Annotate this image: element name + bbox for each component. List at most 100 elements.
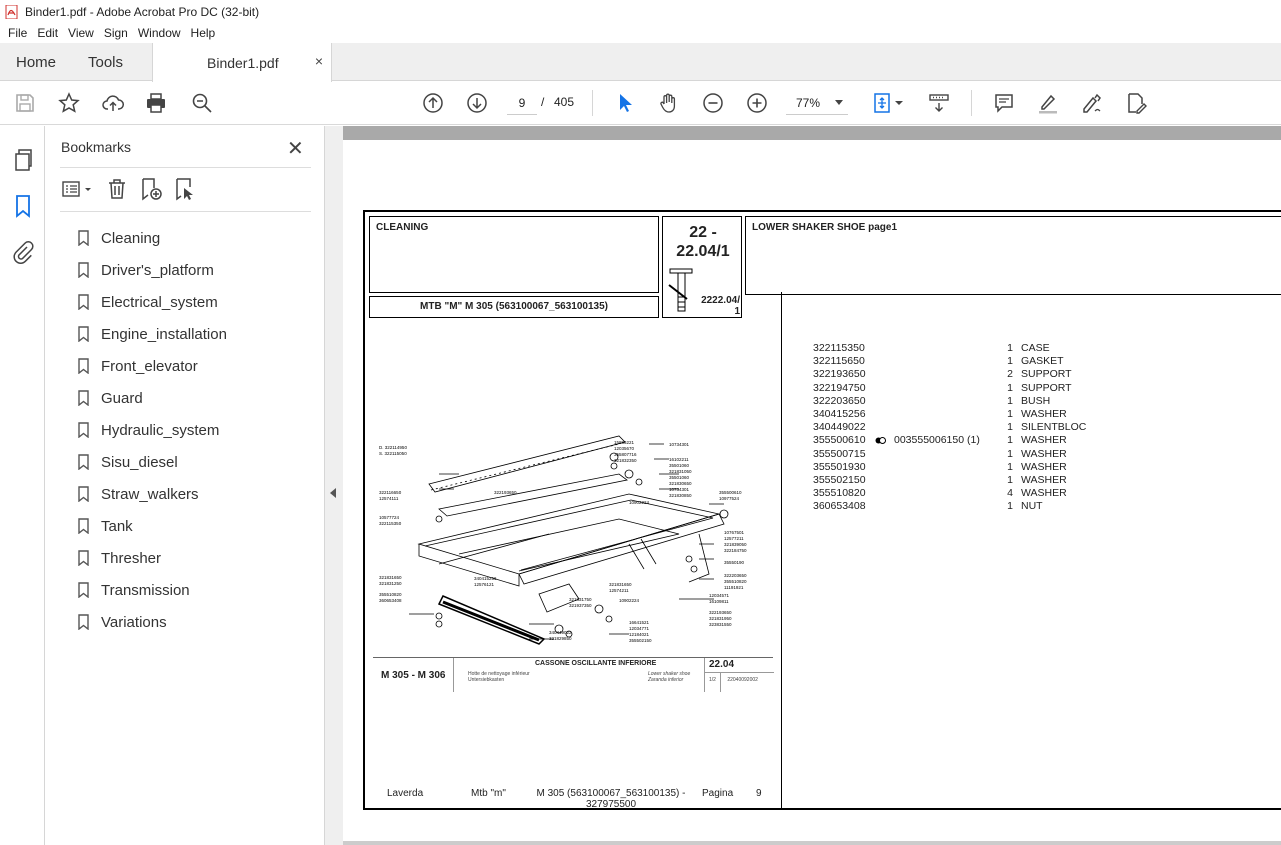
previous-page-icon[interactable] <box>421 91 445 115</box>
new-bookmark-icon[interactable] <box>139 176 163 202</box>
bookmark-item[interactable]: Cleaning <box>78 222 227 254</box>
svg-text:322193650: 322193650 <box>494 490 517 495</box>
tab-bar: Home Tools Binder1.pdf × <box>0 43 1281 82</box>
next-page-icon[interactable] <box>465 91 489 115</box>
part-qty: 1 <box>1007 421 1013 434</box>
caption-model: M 305 - M 306 <box>381 670 446 681</box>
bookmark-item[interactable]: Electrical_system <box>78 286 227 318</box>
caption-codes: 1/2 22040092002 <box>709 677 758 683</box>
menu-sign[interactable]: Sign <box>104 26 128 40</box>
draw-sign-icon[interactable] <box>1080 91 1104 115</box>
bookmark-flag-icon <box>78 262 89 278</box>
bookmark-options-icon[interactable] <box>61 176 95 202</box>
part-qty: 1 <box>1007 355 1013 368</box>
bookmark-item[interactable]: Straw_walkers <box>78 478 227 510</box>
page-separator: / <box>541 95 545 109</box>
bookmark-item[interactable]: Engine_installation <box>78 318 227 350</box>
part-qty: 1 <box>1007 473 1013 486</box>
group-subnumber: 2222.04/ 1 <box>695 295 740 317</box>
star-icon[interactable] <box>57 91 81 115</box>
part-code: 355500715 <box>813 447 866 460</box>
part-description: BUSH <box>1021 394 1051 407</box>
page-thumbnails-icon[interactable] <box>11 148 35 172</box>
page-number-input[interactable]: 9 <box>507 91 537 115</box>
attachments-paperclip-icon[interactable] <box>11 240 35 264</box>
bookmark-flag-icon <box>78 358 89 374</box>
part-code: 340449022 <box>813 421 866 434</box>
menu-help[interactable]: Help <box>191 26 216 40</box>
close-tab-icon[interactable]: × <box>315 53 323 69</box>
bookmark-item[interactable]: Front_elevator <box>78 350 227 382</box>
acrobat-icon <box>5 4 18 19</box>
chevron-down-icon[interactable] <box>835 100 843 105</box>
svg-text:321831650: 321831650 <box>609 582 632 587</box>
cloud-upload-icon[interactable] <box>101 91 125 115</box>
part-code: 355501930 <box>813 460 866 473</box>
footer-pagina-label: Pagina <box>702 788 734 799</box>
bookmark-label: Driver's_platform <box>101 261 214 279</box>
tab-tools[interactable]: Tools <box>88 43 123 81</box>
bookmark-label: Variations <box>101 613 167 631</box>
select-cursor-icon[interactable] <box>613 91 637 115</box>
bookmark-label: Transmission <box>101 581 190 599</box>
bookmark-label: Electrical_system <box>101 293 218 311</box>
bookmark-item[interactable]: Variations <box>78 606 227 638</box>
part-qty: 1 <box>1007 447 1013 460</box>
svg-text:321829850: 321829850 <box>549 636 572 641</box>
bookmark-item[interactable]: Driver's_platform <box>78 254 227 286</box>
bookmark-label: Cleaning <box>101 229 161 247</box>
fill-sign-icon[interactable] <box>1124 91 1148 115</box>
caption-divider <box>704 658 705 692</box>
part-code: 322203650 <box>813 394 866 407</box>
svg-text:10902224: 10902224 <box>629 500 650 505</box>
caption-drawing-code: 22040092002 <box>727 677 758 683</box>
bookmark-item[interactable]: Sisu_diesel <box>78 446 227 478</box>
tab-home[interactable]: Home <box>16 43 56 81</box>
column-divider <box>781 292 782 810</box>
menu-file[interactable]: File <box>8 26 27 40</box>
tab-document[interactable]: Binder1.pdf × <box>152 43 332 82</box>
panel-splitter[interactable] <box>325 126 343 845</box>
comment-icon[interactable] <box>992 91 1016 115</box>
highlight-pen-icon[interactable] <box>1036 91 1060 115</box>
zoom-in-icon[interactable] <box>745 91 769 115</box>
exploded-parts-drawing: 1588622112035670355807716321832350 10734… <box>379 435 747 645</box>
bookmark-label: Sisu_diesel <box>101 453 178 471</box>
menu-edit[interactable]: Edit <box>37 26 58 40</box>
caption-title: CASSONE OSCILLANTE INFERIORE <box>535 660 657 667</box>
bookmark-label: Guard <box>101 389 143 407</box>
window-title: Binder1.pdf - Adobe Acrobat Pro DC (32-b… <box>25 4 260 19</box>
bookmark-item[interactable]: Thresher <box>78 542 227 574</box>
print-icon[interactable] <box>144 91 168 115</box>
close-panel-icon[interactable]: ✕ <box>287 136 304 161</box>
svg-text:340415256: 340415256 <box>474 576 497 581</box>
delete-bookmark-icon[interactable] <box>105 176 129 202</box>
save-icon[interactable] <box>13 91 37 115</box>
heading-box: LOWER SHAKER SHOE page1 <box>745 216 1281 295</box>
svg-text:11191921: 11191921 <box>724 585 744 590</box>
bookmark-item[interactable]: Transmission <box>78 574 227 606</box>
toolbar-divider <box>971 90 972 116</box>
collapse-panel-arrow-icon[interactable] <box>330 488 336 498</box>
document-view[interactable]: CLEANING MTB "M" M 305 (563100067_563100… <box>343 126 1281 845</box>
bookmark-flag-icon <box>78 326 89 342</box>
bookmark-item[interactable]: Tank <box>78 510 227 542</box>
zoom-out-icon[interactable] <box>701 91 725 115</box>
scroll-mode-icon[interactable] <box>927 91 951 115</box>
find-bookmark-icon[interactable] <box>173 176 197 202</box>
svg-text:10902224: 10902224 <box>619 598 640 603</box>
fit-page-dropdown-icon[interactable] <box>893 91 905 115</box>
part-alt-ref-text: 003555006150 (1) <box>894 434 980 447</box>
caption-divider <box>704 672 774 673</box>
fit-page-icon[interactable] <box>871 91 895 115</box>
section-box: CLEANING <box>369 216 659 293</box>
bookmark-item[interactable]: Guard <box>78 382 227 414</box>
bookmark-item[interactable]: Hydraulic_system <box>78 414 227 446</box>
menu-view[interactable]: View <box>68 26 94 40</box>
bookmarks-icon[interactable] <box>11 194 35 218</box>
zoom-search-icon[interactable] <box>190 91 214 115</box>
svg-text:12574211: 12574211 <box>609 588 629 593</box>
bookmark-label: Thresher <box>101 549 162 567</box>
hand-tool-icon[interactable] <box>657 91 681 115</box>
menu-window[interactable]: Window <box>138 26 181 40</box>
